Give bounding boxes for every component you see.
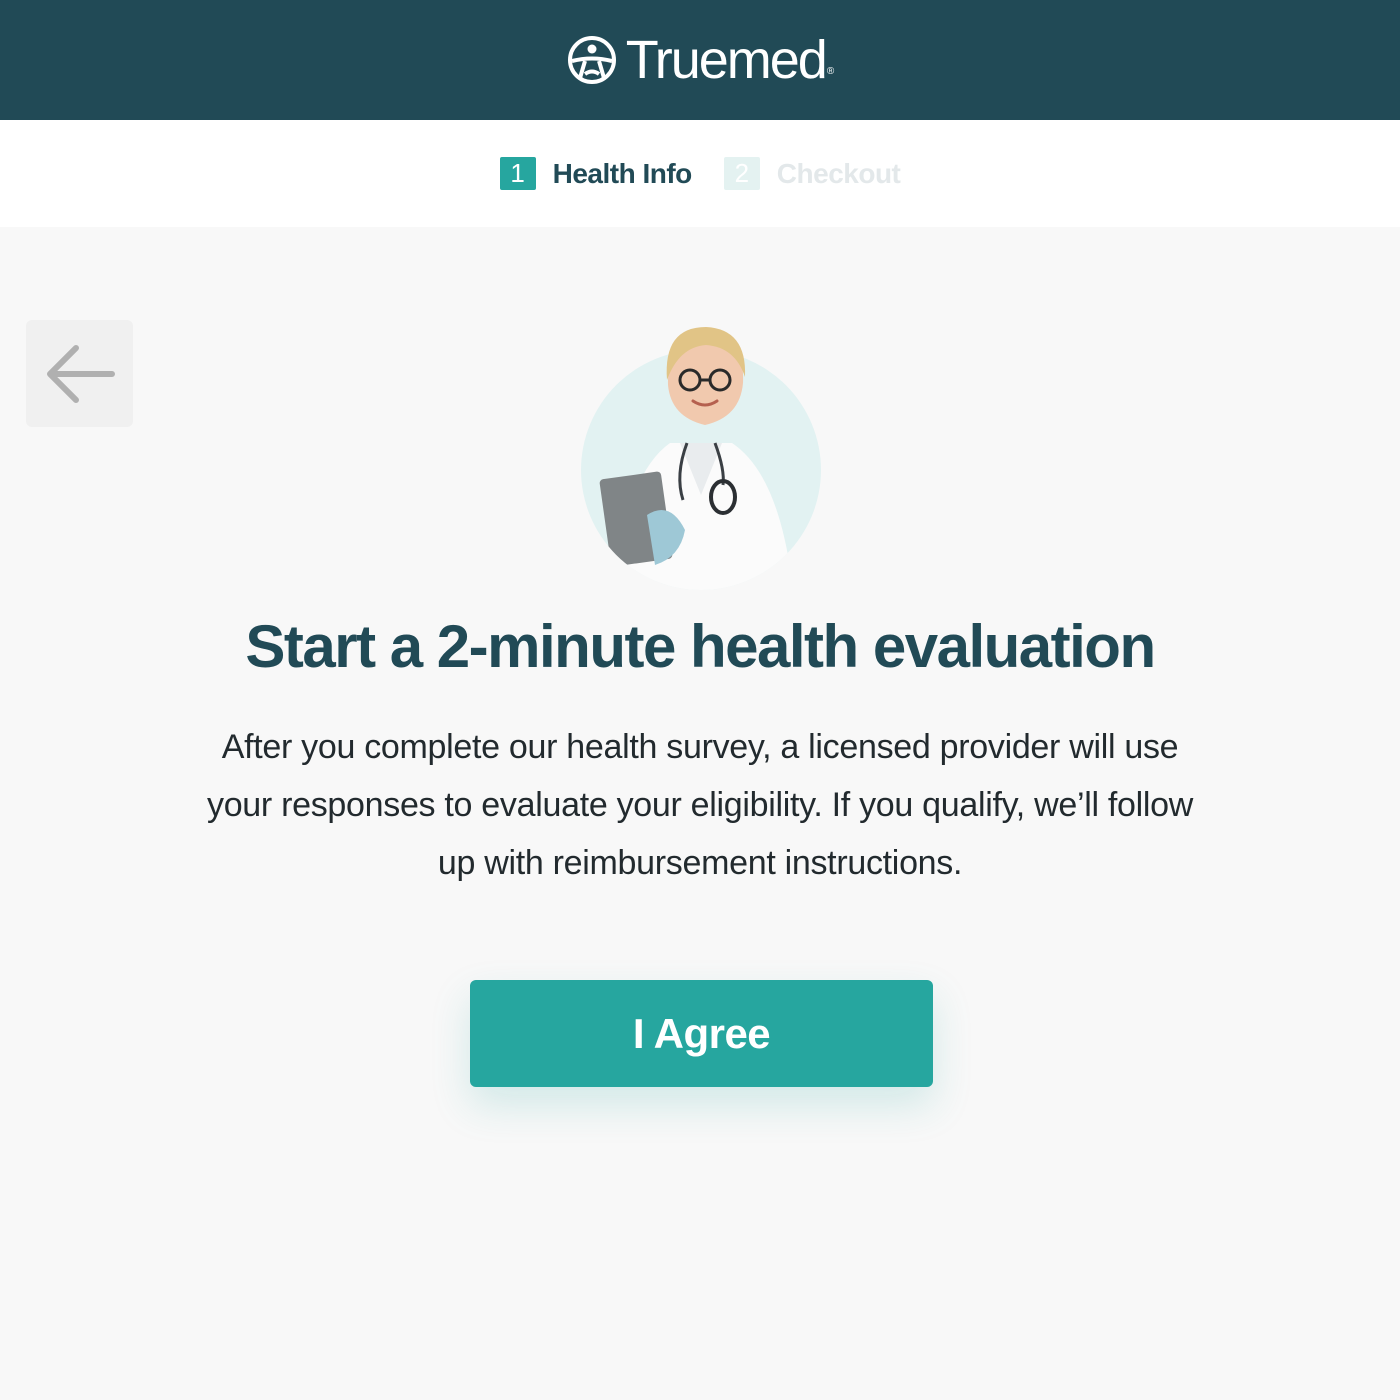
brand-name: Truemed	[625, 30, 828, 90]
step-label: Health Info	[552, 157, 693, 189]
description-text: After you complete our health survey, a …	[207, 728, 1193, 882]
step-label: Checkout	[776, 157, 901, 189]
page-title: Start a 2-minute health evaluation	[245, 613, 1156, 680]
person-circle-logo-icon	[567, 36, 616, 84]
step-number: 2	[723, 157, 760, 190]
agree-button[interactable]: I Agree	[470, 980, 933, 1087]
brand-logo[interactable]: Truemed ®	[566, 29, 834, 91]
doctor-avatar	[575, 325, 825, 590]
progress-steps: 1 Health Info 2 Checkout	[0, 120, 1400, 227]
step-checkout: 2 Checkout	[723, 157, 901, 190]
step-number: 1	[499, 157, 536, 190]
registered-mark: ®	[826, 66, 835, 77]
back-button[interactable]	[26, 320, 133, 427]
top-bar: Truemed ®	[0, 0, 1400, 120]
arrow-left-icon	[46, 344, 115, 403]
step-health-info: 1 Health Info	[499, 157, 693, 190]
